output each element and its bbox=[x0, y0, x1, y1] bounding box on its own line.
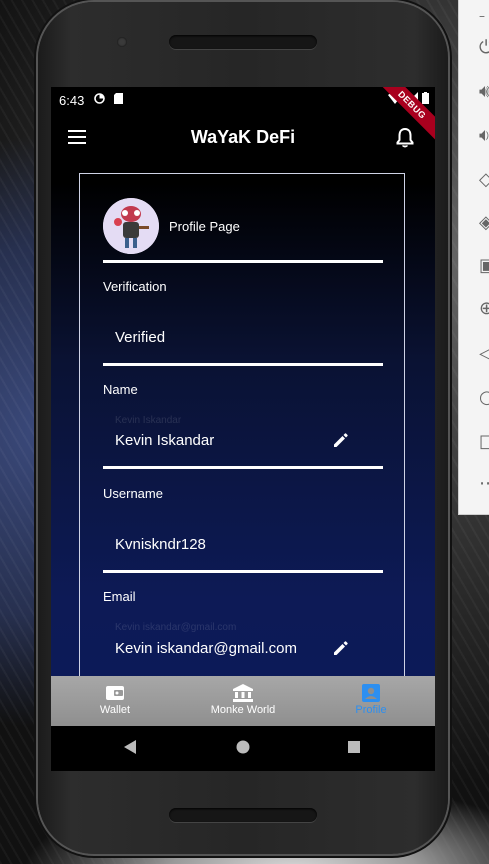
front-camera bbox=[117, 37, 127, 47]
wallet-icon bbox=[106, 686, 124, 700]
battery-icon bbox=[422, 92, 429, 104]
top-speaker bbox=[169, 35, 317, 49]
android-recents-icon[interactable] bbox=[347, 739, 361, 755]
volume-up-icon[interactable]: 🔊︎ bbox=[479, 82, 489, 102]
email-field[interactable]: Kevin iskandar@gmail.com bbox=[115, 640, 297, 657]
verification-field[interactable]: Verified bbox=[115, 329, 165, 346]
android-back-icon[interactable] bbox=[123, 739, 137, 755]
status-bar: 6:43 DEBUG bbox=[51, 87, 435, 143]
bank-icon bbox=[233, 684, 253, 702]
app-title: WaYaK DeFi bbox=[190, 127, 296, 147]
volume-down-icon[interactable]: 🔉︎ bbox=[479, 126, 489, 146]
sd-card-icon bbox=[114, 93, 124, 104]
more-icon[interactable]: ⋯ bbox=[479, 474, 489, 494]
rotate-right-icon[interactable]: ◈ bbox=[479, 213, 489, 233]
email-hint: Kevin iskandar@gmail.com bbox=[115, 622, 237, 633]
profile-icon bbox=[362, 684, 380, 702]
verification-label: Verification bbox=[103, 279, 167, 294]
header-divider bbox=[103, 260, 383, 263]
nav-wallet[interactable]: Wallet bbox=[75, 676, 155, 726]
edit-email-icon[interactable] bbox=[331, 638, 351, 658]
home-icon[interactable]: ○ bbox=[479, 388, 489, 408]
profile-page-label: Profile Page bbox=[169, 219, 240, 234]
nav-monke-world-label: Monke World bbox=[210, 704, 276, 716]
email-label: Email bbox=[103, 589, 136, 604]
avatar[interactable] bbox=[103, 198, 159, 254]
notification-icons bbox=[94, 93, 124, 107]
monkey-avatar-image bbox=[103, 198, 159, 254]
power-icon[interactable]: ⏻ bbox=[479, 38, 489, 58]
android-navigation-bar bbox=[51, 726, 435, 771]
username-label: Username bbox=[103, 486, 163, 501]
emulator-toolbar: – ⏻ 🔊︎ 🔉︎ ◇ ◈ ▣ ⊕ ◁ ○ □ ⋯ bbox=[458, 0, 489, 515]
username-underline bbox=[103, 570, 383, 573]
zoom-icon[interactable]: ⊕ bbox=[479, 299, 489, 319]
camera-icon[interactable]: ▣ bbox=[479, 256, 489, 276]
rotate-left-icon[interactable]: ◇ bbox=[479, 170, 489, 190]
status-time: 6:43 bbox=[59, 93, 85, 108]
name-field[interactable]: Kevin Iskandar bbox=[115, 432, 214, 449]
nav-monke-world[interactable]: Monke World bbox=[203, 676, 283, 726]
minimize-icon[interactable]: – bbox=[479, 6, 489, 26]
back-icon[interactable]: ◁ bbox=[479, 344, 489, 364]
notification-bell-icon[interactable] bbox=[395, 127, 415, 149]
username-field[interactable]: Kvniskndr128 bbox=[115, 536, 206, 553]
verification-underline bbox=[103, 363, 383, 366]
nav-profile-label: Profile bbox=[355, 704, 387, 716]
bottom-navigation: Wallet Monke World Profile bbox=[51, 676, 435, 726]
nav-profile[interactable]: Profile bbox=[331, 676, 411, 726]
name-hint: Kevin Iskandar bbox=[115, 415, 182, 426]
bottom-speaker bbox=[169, 808, 317, 822]
name-label: Name bbox=[103, 382, 138, 397]
data-saver-icon bbox=[94, 93, 105, 104]
overview-icon[interactable]: □ bbox=[479, 432, 489, 452]
nav-wallet-label: Wallet bbox=[99, 704, 131, 716]
name-underline bbox=[103, 466, 383, 469]
phone-frame: 6:43 DEBUG WaYaK DeFi Profile Page Verif… bbox=[38, 2, 448, 854]
app-bar: WaYaK DeFi bbox=[51, 115, 435, 160]
edit-name-icon[interactable] bbox=[331, 430, 351, 450]
app-screen: 6:43 DEBUG WaYaK DeFi Profile Page Verif… bbox=[51, 87, 435, 771]
android-home-icon[interactable] bbox=[236, 739, 250, 755]
